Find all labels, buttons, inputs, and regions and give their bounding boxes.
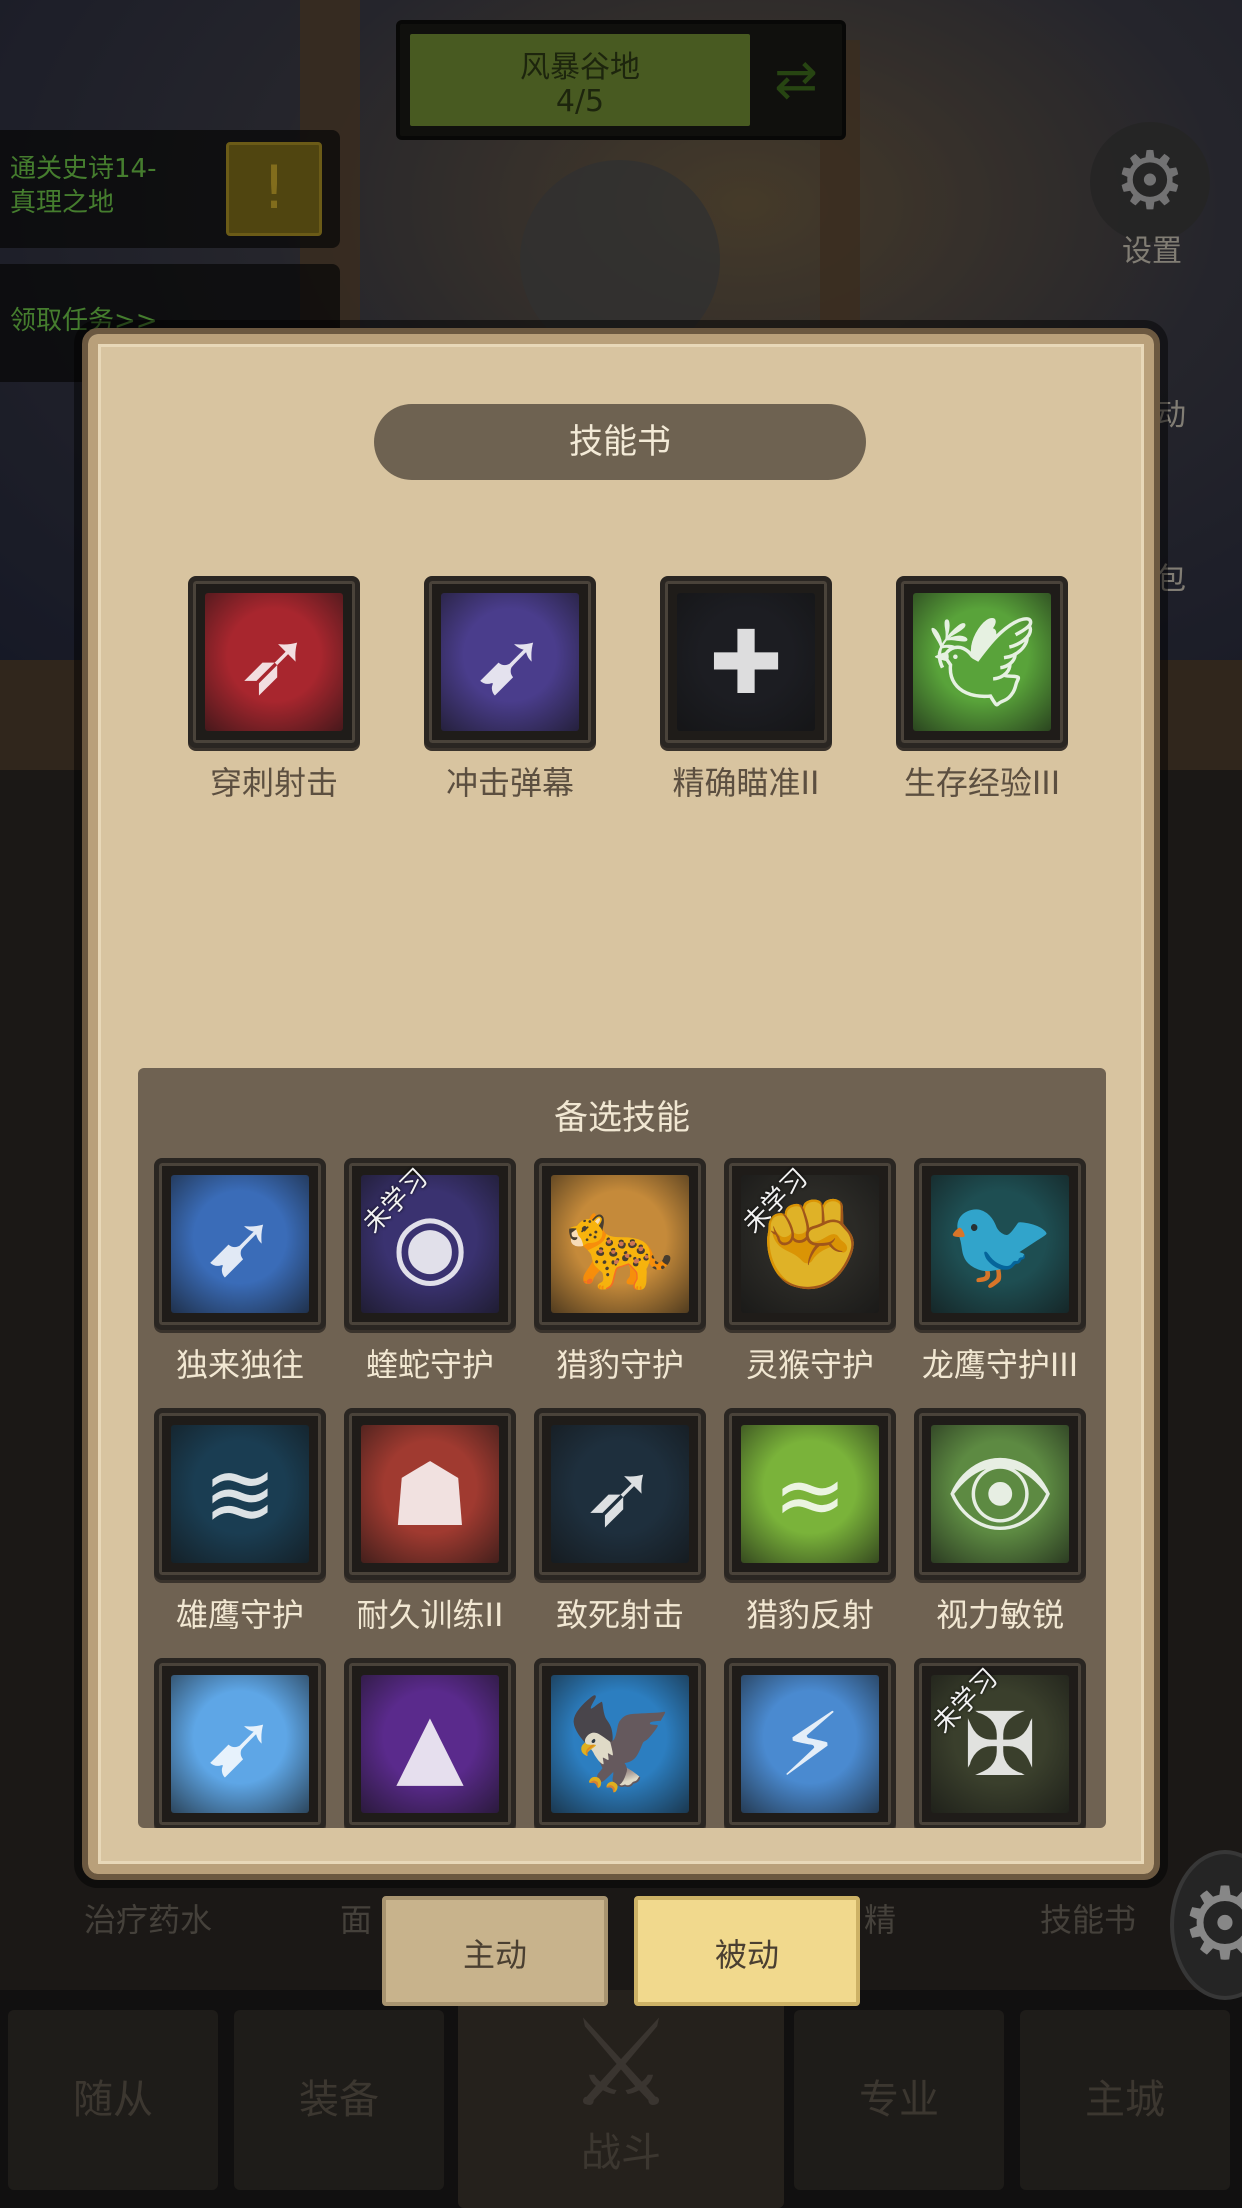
tab-passive-skills[interactable]: 被动 <box>634 1896 860 2006</box>
skill-slot[interactable]: ✊ 未学习灵猴守护 <box>724 1158 896 1386</box>
tab-active-skills[interactable]: 主动 <box>382 1896 608 2006</box>
skill-name: 穿刺射击 <box>209 764 338 802</box>
skill-name: 冲击弹幕 <box>445 764 574 802</box>
arrow-barrage-icon: ➹ <box>473 610 547 714</box>
skill-name: 灵猴守护 <box>745 1346 874 1384</box>
skill-icon-frame[interactable]: ☗ <box>344 1408 516 1580</box>
skill-icon-frame[interactable]: 🐆 <box>534 1158 706 1330</box>
eagle-strike-icon: 🦅 <box>565 1692 675 1795</box>
reflex-icon: ≈ <box>773 1442 847 1546</box>
crosshair-icon: ✚ <box>709 610 783 714</box>
equipped-skills: ➶ 穿刺射击 ➹ 冲击弹幕 ✚ 精确瞄准II 🕊 生存经验III <box>188 576 1068 804</box>
piercing-arrow-icon: ➶ <box>237 610 311 714</box>
skill-icon-frame[interactable]: ✠ 未学习 <box>914 1658 1086 1828</box>
skill-slot[interactable]: 🐆 猎豹守护 <box>534 1158 706 1386</box>
skill-name: 独来独往 <box>175 1346 304 1384</box>
skill-slot[interactable]: ➹ <box>154 1658 326 1828</box>
skill-name: 猎豹反射 <box>745 1596 874 1634</box>
spear-icon: ➹ <box>203 1192 277 1296</box>
skill-name: 视力敏锐 <box>935 1596 1064 1634</box>
skill-book-modal: 技能书 ➶ 穿刺射击 ➹ 冲击弹幕 ✚ 精确瞄准II 🕊 生存经验III 备选技能 ➹ 独来独往… <box>82 328 1160 1880</box>
skill-slot[interactable]: ▲ <box>344 1658 516 1828</box>
skill-name: 雄鹰守护 <box>175 1596 304 1634</box>
skill-slot[interactable]: ≈ 猎豹反射 <box>724 1408 896 1636</box>
skill-slot[interactable]: ≋ 雄鹰守护 <box>154 1408 326 1636</box>
hawk-aura-icon: ≋ <box>203 1442 277 1546</box>
skill-icon-frame[interactable]: ⚡ <box>724 1658 896 1828</box>
skill-slot[interactable]: ✚ 精确瞄准II <box>660 576 832 804</box>
skill-icon-frame[interactable]: ➶ <box>188 576 360 748</box>
skill-slot[interactable]: ➹ 冲击弹幕 <box>424 576 596 804</box>
muscle-icon: ☗ <box>390 1442 470 1546</box>
skill-icon-frame[interactable]: 🕊 <box>896 576 1068 748</box>
skill-slot[interactable]: ⚡ <box>724 1658 896 1828</box>
skill-slot[interactable]: ➶ 致死射击 <box>534 1408 706 1636</box>
skill-icon-frame[interactable]: 👁 <box>914 1408 1086 1580</box>
skill-name: 精确瞄准II <box>672 764 820 802</box>
skill-name: 猎豹守护 <box>555 1346 684 1384</box>
skill-slot[interactable]: ◉ 未学习蝰蛇守护 <box>344 1158 516 1386</box>
skill-icon-frame[interactable]: ≈ <box>724 1408 896 1580</box>
skill-slot[interactable]: 🦅 <box>534 1658 706 1828</box>
skill-icon-frame[interactable]: 🦅 <box>534 1658 706 1828</box>
eagle-eye-icon: 👁 <box>944 1442 1056 1545</box>
cheetah-icon: 🐆 <box>565 1192 675 1295</box>
skill-icon-frame[interactable]: ▲ <box>344 1658 516 1828</box>
skill-slot[interactable]: 🐦 龙鹰守护III <box>914 1158 1086 1386</box>
skill-icon-frame[interactable]: ✊ 未学习 <box>724 1158 896 1330</box>
candidate-skills-grid: ➹ 独来独往 ◉ 未学习蝰蛇守护 🐆 猎豹守护 ✊ 未学习灵猴守护 🐦 龙鹰守护III ≋ 雄鹰守护 ☗… <box>154 1158 1090 1828</box>
skill-slot[interactable]: ➶ 穿刺射击 <box>188 576 360 804</box>
skill-slot[interactable]: 👁 视力敏锐 <box>914 1408 1086 1636</box>
eagle-icon: 🕊 <box>926 610 1038 713</box>
skill-icon-frame[interactable]: ➶ <box>534 1408 706 1580</box>
skill-icon-frame[interactable]: ≋ <box>154 1408 326 1580</box>
skill-icon-frame[interactable]: ➹ <box>424 576 596 748</box>
skill-icon-frame[interactable]: ➹ <box>154 1658 326 1828</box>
arcane-arrow-icon: ▲ <box>396 1692 464 1796</box>
skill-name: 致死射击 <box>555 1596 684 1634</box>
modal-title: 技能书 <box>374 404 866 480</box>
candidate-skills-panel: 备选技能 ➹ 独来独往 ◉ 未学习蝰蛇守护 🐆 猎豹守护 ✊ 未学习灵猴守护 🐦 龙鹰守护III ≋… <box>138 1068 1106 1828</box>
skill-name: 生存经验III <box>903 764 1061 802</box>
wind-archer-icon: ➹ <box>203 1692 277 1796</box>
skill-icon-frame[interactable]: ◉ 未学习 <box>344 1158 516 1330</box>
skill-icon-frame[interactable]: ✚ <box>660 576 832 748</box>
skill-slot[interactable]: ➹ 独来独往 <box>154 1158 326 1386</box>
skill-icon-frame[interactable]: 🐦 <box>914 1158 1086 1330</box>
skill-slot[interactable]: 🕊 生存经验III <box>896 576 1068 804</box>
wind-shot-icon: ⚡ <box>779 1692 841 1796</box>
skill-name: 耐久训练II <box>356 1596 504 1634</box>
skill-icon-frame[interactable]: ➹ <box>154 1158 326 1330</box>
skill-name: 蝰蛇守护 <box>365 1346 494 1384</box>
skill-slot[interactable]: ☗ 耐久训练II <box>344 1408 516 1636</box>
lethal-arrow-icon: ➶ <box>583 1442 657 1546</box>
skill-name: 龙鹰守护III <box>921 1346 1079 1384</box>
candidates-title: 备选技能 <box>554 1098 690 1138</box>
skill-slot[interactable]: ✠ 未学习 <box>914 1658 1086 1828</box>
dragonhawk-icon: 🐦 <box>945 1192 1055 1295</box>
